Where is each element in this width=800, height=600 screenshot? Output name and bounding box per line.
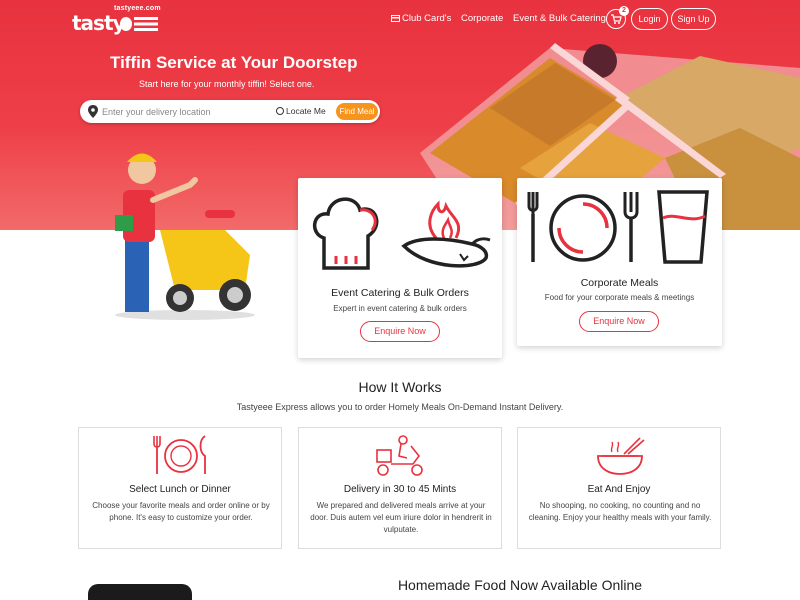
step-title: Select Lunch or Dinner: [129, 484, 231, 495]
step-desc: We prepared and delivered meals arrive a…: [310, 501, 492, 534]
brand-logo[interactable]: tastyeee.com tasty: [72, 5, 162, 35]
flame-chili-icon: [401, 200, 491, 268]
location-search-bar: Locate Me Find Meal: [80, 100, 380, 123]
step-card-eat-enjoy: Eat And Enjoy No shooping, no cooking, n…: [517, 427, 721, 549]
corporate-meals-card: Corporate Meals Food for your corporate …: [517, 178, 722, 346]
delivery-location-input[interactable]: [102, 103, 272, 120]
homemade-food-title: Homemade Food Now Available Online: [397, 577, 643, 593]
logo-mark-icon: [120, 17, 158, 31]
step-desc: Choose your favorite meals and order onl…: [92, 501, 270, 522]
logo-text: tasty: [72, 11, 126, 35]
chef-hat-icon: [313, 197, 379, 270]
signup-button[interactable]: Sign Up: [671, 8, 716, 30]
corporate-card-desc: Food for your corporate meals & meetings: [544, 293, 695, 302]
location-pin-icon: [88, 105, 98, 118]
step-title: Delivery in 30 to 45 Mints: [343, 484, 457, 495]
plate-cutlery-glass-icon: [527, 190, 709, 264]
nav-club-cards-label: Club Card's: [402, 13, 452, 24]
delivery-scooter-icon: [376, 435, 423, 476]
delivery-boy-illustration: [115, 153, 255, 320]
top-navbar: tastyeee.com tasty Club Card's Corporate…: [0, 0, 800, 38]
corporate-card-title: Corporate Meals: [580, 277, 659, 289]
cart-count-badge: 2: [619, 6, 629, 16]
nav-event-catering[interactable]: Event & Bulk Catering: [513, 13, 606, 24]
nav-corporate[interactable]: Corporate: [461, 13, 503, 24]
find-meal-button[interactable]: Find Meal: [336, 103, 378, 120]
step-title: Eat And Enjoy: [587, 484, 651, 495]
hero-title: Tiffin Service at Your Doorstep: [110, 53, 358, 72]
noodle-bowl-icon: [597, 437, 645, 475]
hero-subtitle: Start here for your monthly tiffin! Sele…: [139, 79, 315, 89]
event-card-desc: Expert in event catering & bulk orders: [333, 304, 467, 313]
cart-button[interactable]: 2: [606, 6, 629, 29]
login-button[interactable]: Login: [631, 8, 668, 30]
event-enquire-button[interactable]: Enquire Now: [360, 321, 440, 342]
event-catering-card: Event Catering & Bulk Orders Expert in e…: [298, 178, 502, 358]
how-it-works-title: How It Works: [358, 379, 442, 395]
plate-cutlery-icon: [153, 435, 206, 474]
step-desc: No shooping, no cooking, no counting and…: [528, 501, 712, 522]
how-it-works-subtitle: Tastyeee Express allows you to order Hom…: [236, 402, 564, 412]
locate-me-label: Locate Me: [286, 106, 326, 116]
phone-mockup-image: [88, 584, 192, 600]
crosshair-icon: [276, 107, 284, 115]
step-card-select-meal: Select Lunch or Dinner Choose your favor…: [78, 427, 282, 549]
card-icon: [391, 15, 400, 22]
corporate-enquire-button[interactable]: Enquire Now: [579, 311, 659, 332]
locate-me-button[interactable]: Locate Me: [276, 106, 326, 116]
nav-club-cards[interactable]: Club Card's: [391, 13, 451, 24]
step-card-delivery: Delivery in 30 to 45 Mints We prepared a…: [298, 427, 502, 549]
event-card-title: Event Catering & Bulk Orders: [331, 287, 469, 299]
